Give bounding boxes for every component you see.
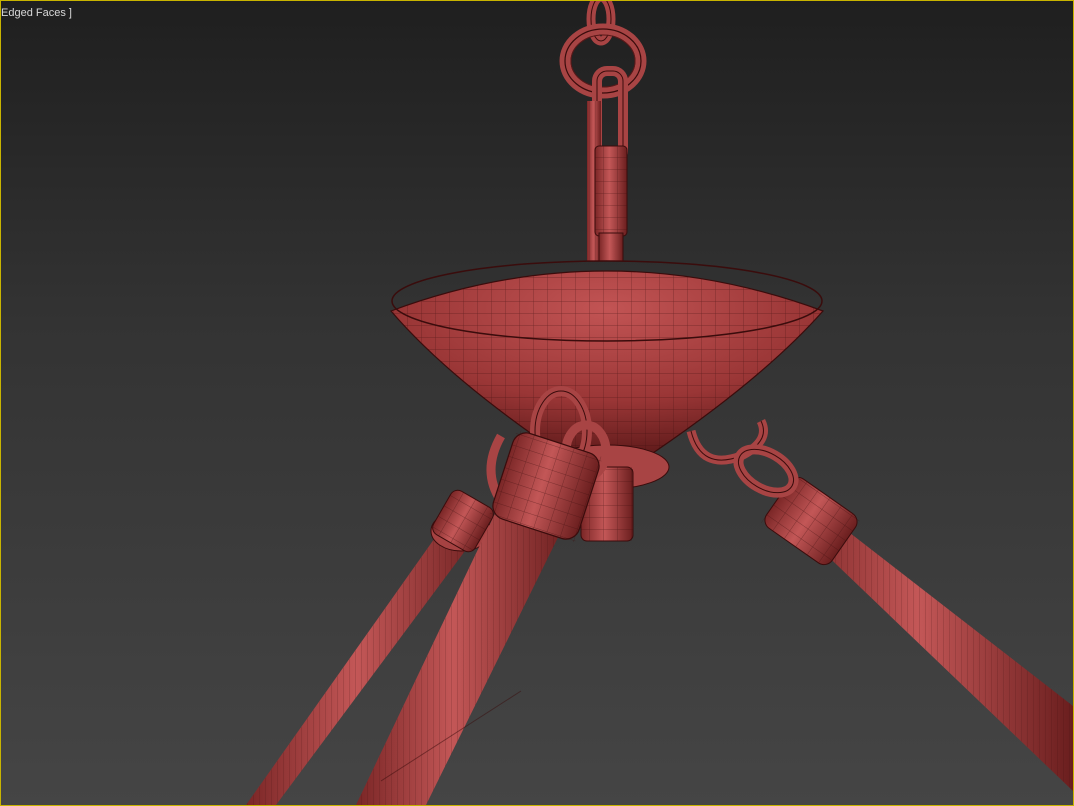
arm-rod-right[interactable] — [761, 473, 1073, 791]
viewport-shading-label[interactable]: Edged Faces ] — [1, 7, 72, 19]
chandelier-model[interactable] — [1, 1, 1073, 805]
chain[interactable] — [559, 1, 647, 166]
3d-viewport[interactable]: Edged Faces ] — [0, 0, 1074, 806]
